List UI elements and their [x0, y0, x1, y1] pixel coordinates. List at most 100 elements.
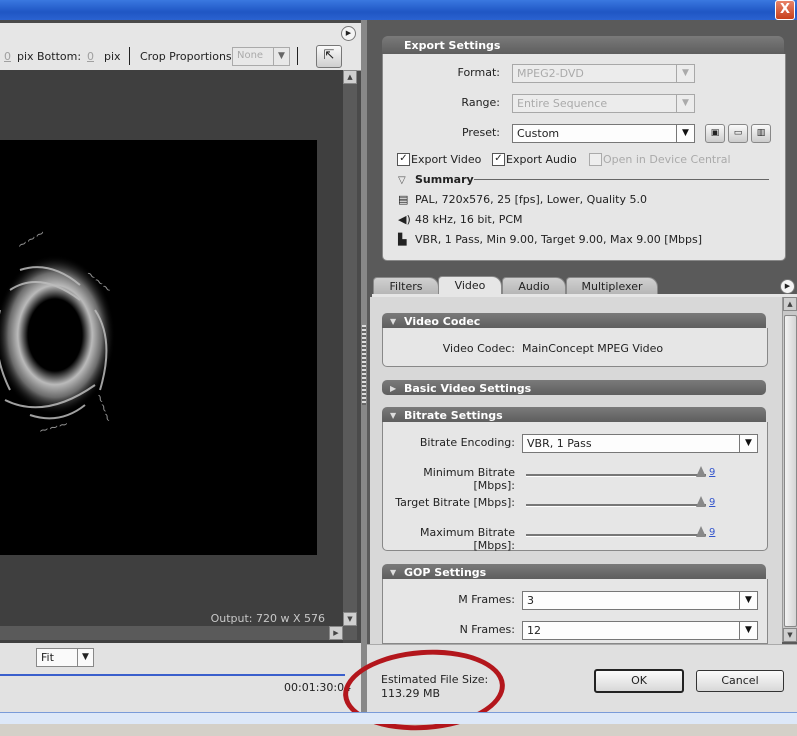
speaker-icon: ◀) [398, 213, 411, 226]
scroll-up-icon[interactable]: ▲ [783, 297, 797, 311]
min-bitrate-value[interactable]: 9 [709, 467, 715, 478]
crop-right-value[interactable]: 0 [4, 50, 11, 63]
preset-label: Preset: [461, 126, 500, 139]
export-audio-checkbox[interactable]: ✓ [492, 153, 505, 166]
scroll-right-icon[interactable]: ▶ [329, 626, 343, 640]
zoom-level-select[interactable]: Fit ▼ [36, 648, 94, 667]
ok-button[interactable]: OK [594, 669, 684, 693]
export-video-label: Export Video [411, 153, 482, 166]
max-bitrate-slider[interactable] [526, 534, 706, 537]
video-preview-frame: ~~~ ~~~ ~~~ ~~~ [0, 140, 317, 555]
tab-filters-label: Filters [389, 280, 423, 293]
target-bitrate-slider-thumb[interactable] [696, 496, 706, 507]
open-device-central-checkbox[interactable] [589, 153, 602, 166]
import-preset-button[interactable]: ▭ [728, 124, 748, 143]
chevron-down-icon: ▼ [739, 435, 757, 452]
cancel-button[interactable]: Cancel [696, 670, 784, 692]
export-video-checkbox[interactable]: ✓ [397, 153, 410, 166]
crop-tool-button[interactable]: ⇱ [316, 45, 342, 68]
format-select[interactable]: MPEG2-DVD ▼ [512, 64, 695, 83]
gop-settings-header[interactable]: ▼ GOP Settings [382, 564, 766, 579]
preset-select[interactable]: Custom ▼ [512, 124, 695, 143]
expanded-triangle-icon: ▼ [390, 411, 397, 420]
n-frames-label: N Frames: [459, 623, 515, 636]
basic-video-settings-header[interactable]: ▶ Basic Video Settings [382, 380, 766, 395]
timeline-bar[interactable] [0, 674, 345, 676]
tab-video[interactable]: Video [438, 276, 502, 296]
n-frames-value: 12 [527, 624, 541, 637]
max-bitrate-slider-thumb[interactable] [696, 526, 706, 537]
video-codec-title: Video Codec [404, 315, 481, 328]
chevron-down-icon: ▼ [739, 592, 757, 609]
summary-collapse-icon[interactable]: ▽ [398, 175, 406, 186]
delete-preset-button[interactable]: ▥ [751, 124, 771, 143]
target-bitrate-label: Target Bitrate [Mbps]: [395, 496, 515, 509]
n-frames-select[interactable]: 12 ▼ [522, 621, 758, 640]
summary-bitrate-text: VBR, 1 Pass, Min 9.00, Target 9.00, Max … [415, 233, 703, 246]
tab-audio[interactable]: Audio [502, 277, 566, 295]
window-close-button[interactable]: X [775, 0, 795, 20]
m-frames-select[interactable]: 3 ▼ [522, 591, 758, 610]
preview-horizontal-scrollbar[interactable]: ▶ [0, 626, 343, 640]
format-value: MPEG2-DVD [517, 67, 584, 80]
preview-vertical-scrollbar[interactable]: ▲ ▼ [343, 70, 357, 640]
tab-multiplexer-label: Multiplexer [581, 280, 643, 293]
bitrate-settings-header[interactable]: ▼ Bitrate Settings [382, 407, 766, 422]
toolbar-divider [297, 47, 298, 65]
chevron-down-icon: ▼ [676, 95, 694, 112]
window-title-bar [0, 0, 797, 20]
export-settings-title: Export Settings [404, 39, 501, 52]
target-bitrate-value[interactable]: 9 [709, 497, 715, 508]
expanded-triangle-icon: ▼ [390, 317, 397, 326]
scroll-down-icon[interactable]: ▼ [343, 612, 357, 626]
crop-proportions-label: Crop Proportions: [140, 50, 236, 63]
collapsed-triangle-icon: ▶ [390, 384, 397, 393]
video-codec-header[interactable]: ▼ Video Codec [382, 313, 766, 328]
crop-pix-unit: pix [17, 50, 34, 63]
bitrate-icon: ▙ [398, 233, 407, 246]
crop-proportions-select[interactable]: None ▼ [232, 47, 290, 66]
tab-panel-menu-icon[interactable]: ▶ [780, 279, 795, 294]
tab-multiplexer[interactable]: Multiplexer [566, 277, 658, 295]
min-bitrate-slider[interactable] [526, 474, 706, 477]
format-label: Format: [457, 66, 500, 79]
crop-bottom-label: Bottom: [37, 50, 82, 63]
video-frame-image: ~~~ ~~~ ~~~ ~~~ [0, 225, 116, 438]
summary-video-text: PAL, 720x576, 25 [fps], Lower, Quality 5… [415, 193, 647, 206]
bitrate-encoding-label: Bitrate Encoding: [419, 436, 515, 449]
target-bitrate-slider[interactable] [526, 504, 706, 507]
max-bitrate-value[interactable]: 9 [709, 527, 715, 538]
summary-divider [474, 179, 769, 180]
crop-toolbar [0, 23, 363, 71]
max-bitrate-label: Maximum Bitrate [Mbps]: [420, 526, 515, 552]
m-frames-value: 3 [527, 594, 534, 607]
crop-icon: ⇱ [323, 48, 335, 63]
preset-value: Custom [517, 127, 560, 140]
gop-settings-title: GOP Settings [404, 566, 487, 579]
summary-title: Summary [415, 173, 474, 186]
chevron-down-icon: ▼ [676, 125, 694, 142]
export-settings-header: Export Settings [382, 36, 784, 54]
open-device-central-label: Open in Device Central [603, 153, 731, 166]
basic-video-settings-title: Basic Video Settings [404, 382, 532, 395]
crop-pix-unit-2: pix [104, 50, 121, 63]
taskbar-edge [0, 712, 797, 724]
bitrate-encoding-select[interactable]: VBR, 1 Pass ▼ [522, 434, 758, 453]
scroll-down-icon[interactable]: ▼ [783, 628, 797, 642]
toolbar-divider [129, 47, 130, 65]
tab-filters[interactable]: Filters [373, 277, 439, 295]
crop-bottom-value[interactable]: 0 [87, 50, 94, 63]
chevron-down-icon: ▼ [739, 622, 757, 639]
chevron-down-icon: ▼ [77, 649, 93, 666]
save-preset-button[interactable]: ▣ [705, 124, 725, 143]
range-select[interactable]: Entire Sequence ▼ [512, 94, 695, 113]
bitrate-encoding-value: VBR, 1 Pass [527, 437, 592, 450]
expanded-triangle-icon: ▼ [390, 568, 397, 577]
settings-scroll-thumb[interactable] [784, 315, 797, 627]
panel-menu-icon[interactable]: ▶ [341, 26, 356, 41]
splitter-grip-handle[interactable] [362, 325, 366, 405]
timecode-display: 00:01:30:04 [284, 681, 352, 694]
crop-proportions-value: None [237, 50, 264, 61]
min-bitrate-slider-thumb[interactable] [696, 466, 706, 477]
scroll-up-icon[interactable]: ▲ [343, 70, 357, 84]
